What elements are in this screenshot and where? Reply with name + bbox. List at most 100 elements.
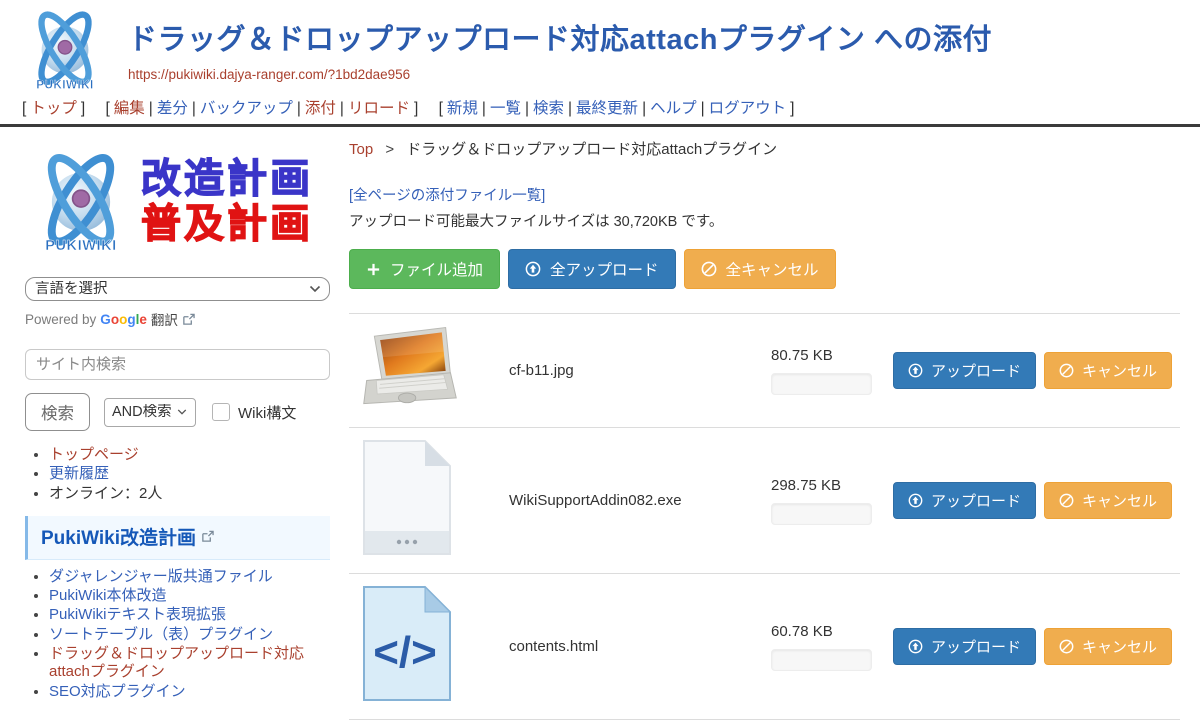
sidebar-item-dnd-attach[interactable]: ドラッグ＆ドロップアップロード対応attachプラグイン (49, 645, 304, 680)
sidebar-item-common-files[interactable]: ダジャレンジャー版共通ファイル (49, 568, 273, 585)
top-navigation: [トップ] [編集|差分|バックアップ|添付|リロード] [新規|一覧|検索|最… (0, 96, 1200, 120)
sidebar-section-header: PukiWiki改造計画 (25, 516, 330, 560)
upload-circle-icon (908, 363, 923, 378)
html-code-file-icon: </> (357, 584, 457, 704)
file-name: contents.html (509, 638, 771, 655)
online-users-count: オンライン：2人 (49, 485, 162, 502)
cancel-button[interactable]: キャンセル (1044, 628, 1172, 665)
laptop-photo-thumbnail (357, 324, 463, 412)
file-size: 298.75 KB (771, 477, 893, 494)
pukiwiki-atom-logo-icon (25, 146, 137, 258)
nav-item-edit[interactable]: 編集 (114, 100, 145, 117)
page-url[interactable]: https://pukiwiki.dajya-ranger.com/?1bd2d… (128, 67, 1200, 82)
nav-item-attach[interactable]: 添付 (305, 100, 336, 117)
search-button[interactable]: 検索 (25, 393, 90, 431)
banner-line-kaizou: 改造計画 (141, 157, 313, 202)
plus-icon (366, 262, 381, 277)
upload-button[interactable]: アップロード (893, 482, 1036, 519)
ban-circle-icon (1059, 493, 1074, 508)
file-size: 60.78 KB (771, 623, 893, 640)
cancel-button[interactable]: キャンセル (1044, 352, 1172, 389)
nav-item-help[interactable]: ヘルプ (650, 100, 697, 117)
breadcrumb: Top > ドラッグ＆ドロップアップロード対応attachプラグイン (349, 138, 1180, 159)
breadcrumb-home-link[interactable]: Top (349, 141, 373, 158)
external-link-icon (182, 313, 195, 326)
sidebar-item-seo-plugin[interactable]: SEO対応プラグイン (49, 683, 186, 700)
site-search-input[interactable] (25, 349, 330, 380)
nav-item-recent[interactable]: 最終更新 (576, 100, 638, 117)
upload-button[interactable]: アップロード (893, 628, 1036, 665)
list-item: ソートテーブル（表）プラグイン (49, 626, 330, 644)
nav-item-logout[interactable]: ログアウト (709, 100, 787, 117)
add-file-button[interactable]: ファイル追加 (349, 249, 500, 289)
wiki-syntax-label: Wiki構文 (238, 402, 296, 423)
pukiwiki-attach-page: ドラッグ＆ドロップアップロード対応attachプラグイン への添付 https:… (0, 0, 1200, 630)
and-search-select[interactable]: AND検索 (104, 398, 196, 427)
sidebar-banner[interactable]: 改造計画 普及計画 (25, 143, 330, 261)
upload-progress-bar (771, 503, 872, 525)
cancel-all-button[interactable]: 全キャンセル (684, 249, 836, 289)
upload-circle-icon (908, 639, 923, 654)
file-row: WikiSupportAddin082.exe 298.75 KB アップロード… (349, 428, 1180, 574)
nav-item-diff[interactable]: 差分 (157, 100, 188, 117)
sidebar-item-recent-changes[interactable]: 更新履歴 (49, 465, 109, 482)
sidebar-link-list-plugins: ダジャレンジャー版共通ファイル PukiWiki本体改造 PukiWikiテキス… (25, 568, 330, 701)
nav-group-edit: [編集|差分|バックアップ|添付|リロード] (103, 100, 420, 117)
nav-item-top[interactable]: トップ (30, 100, 77, 117)
list-item: ダジャレンジャー版共通ファイル (49, 568, 330, 586)
file-row: cf-b11.jpg 80.75 KB アップロード キャンセル (349, 314, 1180, 428)
list-item: トップページ (49, 446, 330, 464)
cancel-button[interactable]: キャンセル (1044, 482, 1172, 519)
list-item: ドラッグ＆ドロップアップロード対応attachプラグイン (49, 645, 330, 682)
nav-item-list[interactable]: 一覧 (490, 100, 521, 117)
page-title: ドラッグ＆ドロップアップロード対応attachプラグイン への添付 (128, 16, 1200, 58)
sidebar-item-core-mod[interactable]: PukiWiki本体改造 (49, 587, 167, 604)
nav-item-new[interactable]: 新規 (447, 100, 478, 117)
bulk-action-buttons: ファイル追加 全アップロード 全キャンセル (349, 249, 1180, 289)
ban-circle-icon (701, 261, 717, 277)
file-size: 80.75 KB (771, 347, 893, 364)
upload-progress-bar (771, 649, 872, 671)
ban-circle-icon (1059, 363, 1074, 378)
nav-group-global: [新規|一覧|検索|最終更新|ヘルプ|ログアウト] (437, 100, 797, 117)
nav-item-search[interactable]: 検索 (533, 100, 564, 117)
list-item: PukiWikiテキスト表現拡張 (49, 606, 330, 624)
file-name: cf-b11.jpg (509, 362, 771, 379)
sidebar-section-title-link[interactable]: PukiWiki改造計画 (41, 523, 196, 550)
upload-progress-bar (771, 373, 872, 395)
list-item: SEO対応プラグイン (49, 683, 330, 701)
all-attachments-link[interactable]: [全ページの添付ファイル一覧] (349, 184, 545, 205)
sidebar-link-list-top: トップページ 更新履歴 オンライン：2人 (25, 446, 330, 503)
max-upload-size-text: アップロード可能最大ファイルサイズは 30,720KB です。 (349, 210, 1180, 231)
upload-circle-icon (908, 493, 923, 508)
nav-item-reload[interactable]: リロード (348, 100, 410, 117)
upload-queue-list: cf-b11.jpg 80.75 KB アップロード キャンセル (349, 313, 1180, 720)
banner-line-fukyuu: 普及計画 (141, 202, 313, 247)
list-item: オンライン：2人 (49, 485, 330, 503)
nav-item-backup[interactable]: バックアップ (200, 100, 293, 117)
upload-all-button[interactable]: 全アップロード (508, 249, 676, 289)
generic-file-icon (357, 438, 457, 558)
sidebar-item-sort-table[interactable]: ソートテーブル（表）プラグイン (49, 626, 273, 643)
upload-button[interactable]: アップロード (893, 352, 1036, 389)
file-row: </> contents.html 60.78 KB アップロード (349, 574, 1180, 720)
ban-circle-icon (1059, 639, 1074, 654)
sidebar: 改造計画 普及計画 言語を選択 Powered by Google 翻訳 検索 (0, 127, 345, 702)
nav-group-top: [トップ] (20, 100, 87, 117)
language-select[interactable]: 言語を選択 (25, 277, 330, 301)
google-logo-text: Google (100, 312, 147, 327)
list-item: 更新履歴 (49, 465, 330, 483)
file-name: WikiSupportAddin082.exe (509, 492, 771, 509)
pukiwiki-atom-logo-icon[interactable] (20, 5, 110, 95)
page-header: ドラッグ＆ドロップアップロード対応attachプラグイン への添付 https:… (0, 0, 1200, 96)
svg-text:</>: </> (373, 628, 437, 677)
upload-circle-icon (525, 261, 541, 277)
list-item: PukiWiki本体改造 (49, 587, 330, 605)
wiki-syntax-checkbox[interactable] (212, 403, 230, 421)
sidebar-item-text-ext[interactable]: PukiWikiテキスト表現拡張 (49, 606, 226, 623)
breadcrumb-current: ドラッグ＆ドロップアップロード対応attachプラグイン (406, 141, 777, 158)
powered-by-google-translate: Powered by Google 翻訳 (25, 309, 330, 329)
main-content: Top > ドラッグ＆ドロップアップロード対応attachプラグイン [全ページ… (345, 127, 1200, 720)
sidebar-item-toppage[interactable]: トップページ (49, 446, 139, 463)
external-link-icon (201, 530, 214, 543)
